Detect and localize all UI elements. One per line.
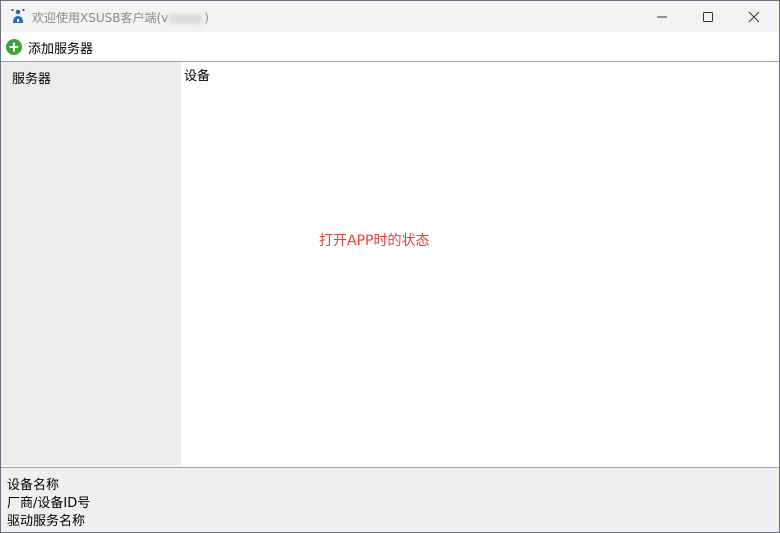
- usb-person-icon: [10, 8, 26, 24]
- toolbar: 添加服务器: [1, 32, 779, 62]
- device-name-label: 设备名称: [7, 478, 60, 493]
- close-button[interactable]: [731, 1, 777, 32]
- minimize-icon: [657, 16, 667, 17]
- window-title: 欢迎使用XSUSB客户端(v): [32, 9, 209, 26]
- device-details-panel: 设备名称 厂商/设备ID号 驱动服务名称: [1, 467, 779, 532]
- vendor-device-id-label: 厂商/设备ID号: [7, 496, 91, 511]
- add-server-label: 添加服务器: [28, 41, 94, 57]
- app-window: 欢迎使用XSUSB客户端(v) 添加服务器 服务器 设备 打开APP时的状态 设…: [0, 0, 780, 533]
- server-list-header: 服务器: [12, 72, 52, 87]
- maximize-button[interactable]: [685, 1, 731, 32]
- minimize-button[interactable]: [639, 1, 685, 32]
- device-list-header: 设备: [184, 69, 211, 84]
- driver-service-name-label: 驱动服务名称: [7, 514, 86, 529]
- add-server-button[interactable]: 添加服务器: [6, 37, 93, 57]
- plus-circle-icon: [6, 39, 22, 55]
- server-list-pane[interactable]: 服务器: [1, 62, 181, 466]
- startup-state-annotation: 打开APP时的状态: [319, 233, 430, 249]
- window-title-prefix: 欢迎使用XSUSB客户端(v: [32, 11, 169, 25]
- close-icon: [748, 11, 760, 22]
- title-bar[interactable]: 欢迎使用XSUSB客户端(v): [1, 1, 779, 32]
- redacted-version: [169, 13, 204, 24]
- device-list-pane[interactable]: 设备 打开APP时的状态: [181, 62, 779, 466]
- window-title-suffix: ): [204, 11, 209, 25]
- maximize-icon: [703, 11, 713, 22]
